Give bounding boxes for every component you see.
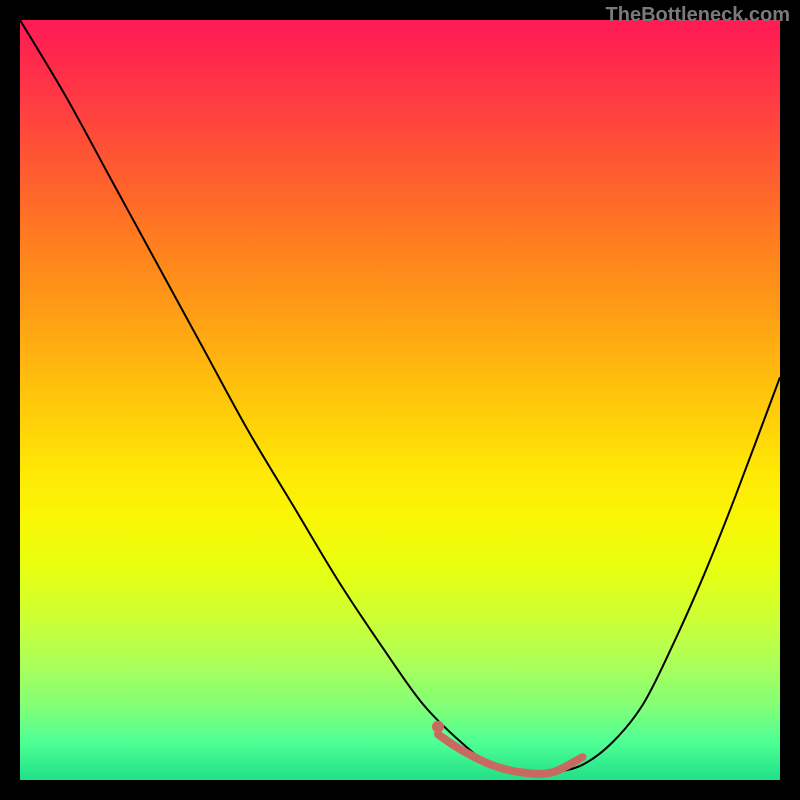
chart-svg (20, 20, 780, 780)
optimal-start-dot (432, 721, 444, 733)
bottleneck-curve (20, 20, 780, 773)
chart-plot-area (20, 20, 780, 780)
watermark-text: TheBottleneck.com (606, 4, 790, 27)
